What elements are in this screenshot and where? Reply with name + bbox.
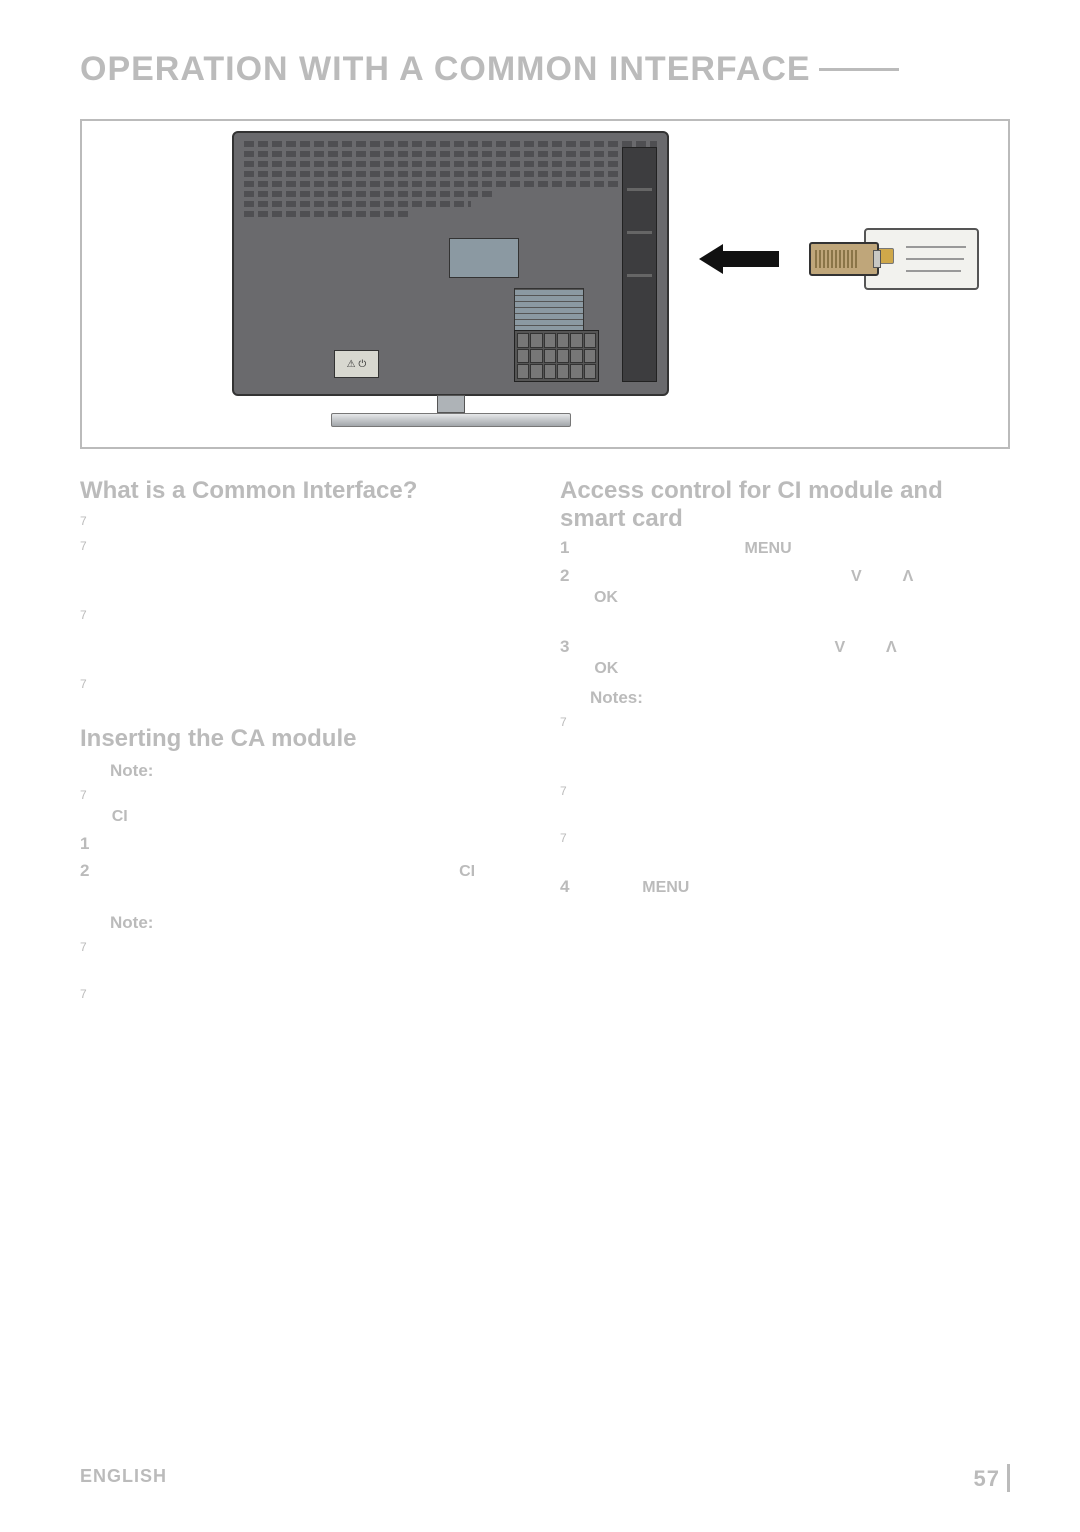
warning-label: ⚠ ⏻ <box>334 350 379 378</box>
ci-slot-panel <box>622 147 657 382</box>
ca-module-with-card <box>809 234 988 284</box>
footer-language: ENGLISH <box>80 1466 167 1492</box>
step-text: Open the menu with »MENU«. <box>588 538 805 560</box>
step-number: 2 <box>560 566 571 609</box>
bullet-icon: 7 <box>560 781 567 824</box>
step-item: 4 Press »MENU« to end the setting. <box>560 877 1010 899</box>
bullet-text: Switch off the device before inserting t… <box>103 785 530 828</box>
warning-label-text: ⚠ ⏻ <box>347 359 367 370</box>
bullet-icon: 7 <box>80 937 87 980</box>
bullet-text: The CA modul is not supported in certain… <box>581 828 1010 871</box>
bullet-text: If you are inserting a CA module into th… <box>101 984 530 1049</box>
step-item: 1 Insert the corresponding smart card in… <box>80 834 530 856</box>
arrow-shaft <box>719 251 779 267</box>
right-column: Access control for CI module and smart c… <box>560 469 1010 1048</box>
bullet-text: You can insert the provider's smart card… <box>101 674 530 717</box>
tv-stand-neck <box>437 395 465 413</box>
step-text: Select the line »CA-Module« with »V« or … <box>585 637 1010 680</box>
bullet-icon: 7 <box>80 785 89 828</box>
page-title: OPERATION WITH A COMMON INTERFACE <box>80 50 1010 89</box>
bullet-item: 7 The remaining settings are described i… <box>560 781 1010 824</box>
step-item: 1 Open the menu with »MENU«. <box>560 538 1010 560</box>
figure-tv-ci-slot: ⚠ ⏻ <box>80 119 1010 449</box>
note-label: Note: <box>110 761 530 781</box>
bullet-text: The remaining settings are described in … <box>581 781 1010 824</box>
chevron-down-icon: V <box>834 639 845 656</box>
step-text: Insert the corresponding smart card in t… <box>108 834 486 856</box>
bullet-icon: 7 <box>80 511 90 533</box>
heading-inserting-ca: Inserting the CA module <box>80 725 530 753</box>
step-number: 3 <box>560 637 571 680</box>
bullet-text: To see which CA module is in the Common … <box>101 937 530 980</box>
bullet-item: 7 The CA modul is not supported in certa… <box>560 828 1010 871</box>
bullet-item: 7 This menu provides operating instructi… <box>560 712 1010 777</box>
smart-card <box>864 228 979 290</box>
step-subtext: – The »SOURCE SETUP« menu appears. <box>590 609 1010 631</box>
bullet-item: 7 Encrypted channels can only be viewed … <box>80 536 530 601</box>
heading-what-is-ci: What is a Common Interface? <box>80 477 530 505</box>
step-item: 2 Select the line »Source Setup« with »V… <box>560 566 1010 609</box>
cover-panel-2 <box>514 288 584 333</box>
bullet-item: 7 To see which CA module is in the Commo… <box>80 937 530 980</box>
step-number: 1 <box>560 538 574 560</box>
cover-panel-1 <box>449 238 519 278</box>
left-column: What is a Common Interface? 7 Common Int… <box>80 469 530 1048</box>
ca-module <box>809 242 879 276</box>
bullet-icon: 7 <box>80 984 87 1049</box>
bullet-icon: 7 <box>80 674 87 717</box>
bullet-item: 7 Common Interface (CI) is an interface … <box>80 511 530 533</box>
page-footer: ENGLISH 57 <box>80 1466 1010 1492</box>
bullet-text: Encrypted channels can only be viewed wi… <box>101 536 530 601</box>
tv-panel: ⚠ ⏻ <box>232 131 669 396</box>
bullet-item: 7 Switch off the device before inserting… <box>80 785 530 828</box>
insert-arrow <box>699 246 779 272</box>
bullet-item: 7 You can insert the provider's smart ca… <box>80 674 530 717</box>
bullet-icon: 7 <box>560 828 567 871</box>
notes-label: Notes: <box>590 688 1010 708</box>
bullet-text: This menu provides operating instruction… <box>581 712 1010 777</box>
chevron-down-icon: V <box>851 568 862 585</box>
io-cluster <box>514 330 599 382</box>
bullet-icon: 7 <box>80 536 87 601</box>
page-number: 57 <box>974 1466 1010 1492</box>
step-text: Press »MENU« to end the setting. <box>588 877 830 899</box>
step-number: 1 <box>80 834 94 856</box>
bullet-icon: 7 <box>80 605 87 670</box>
bullet-item: 7 If you are inserting a CA module into … <box>80 984 530 1049</box>
tv-stand-base <box>331 413 571 427</box>
content-columns: What is a Common Interface? 7 Common Int… <box>80 469 1010 1048</box>
bullet-text: Common Interface (CI) is an interface fo… <box>104 511 505 533</box>
tv-back-illustration: ⚠ ⏻ <box>232 131 669 431</box>
bullet-icon: 7 <box>560 712 567 777</box>
step-text: Select the line »Source Setup« with »V« … <box>585 566 1010 609</box>
step-item: 2 Insert the CI module with the smart ca… <box>80 861 530 904</box>
note-label: Note: <box>110 913 530 933</box>
step-text: Insert the CI module with the smart card… <box>105 861 530 904</box>
title-text: OPERATION WITH A COMMON INTERFACE <box>80 50 811 89</box>
chevron-up-icon: Λ <box>903 568 914 585</box>
bullet-text: The television set is equipped with a Co… <box>101 605 530 670</box>
title-rule <box>819 68 899 71</box>
chevron-up-icon: Λ <box>886 639 897 656</box>
step-number: 2 <box>80 861 91 904</box>
step-item: 3 Select the line »CA-Module« with »V« o… <box>560 637 1010 680</box>
step-number: 4 <box>560 877 574 899</box>
bullet-item: 7 The television set is equipped with a … <box>80 605 530 670</box>
vent-pattern <box>244 141 657 236</box>
heading-access-control: Access control for CI module and smart c… <box>560 477 1010 532</box>
